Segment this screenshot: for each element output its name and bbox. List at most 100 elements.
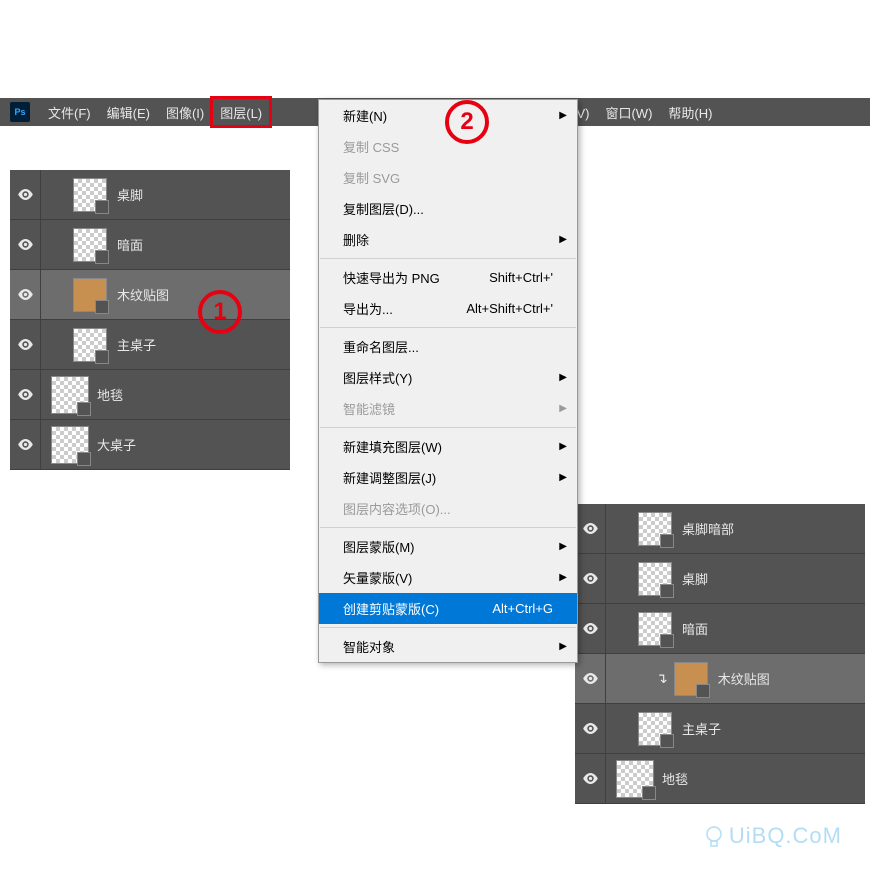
photoshop-icon: Ps bbox=[10, 102, 30, 122]
dropdown-item[interactable]: 快速导出为 PNGShift+Ctrl+' bbox=[319, 262, 577, 293]
dropdown-item[interactable]: 导出为... Alt+Shift+Ctrl+' bbox=[319, 293, 577, 324]
dropdown-item[interactable]: 新建调整图层(J) ▶ bbox=[319, 462, 577, 493]
submenu-arrow-icon: ▶ bbox=[559, 110, 567, 121]
visibility-icon[interactable] bbox=[575, 773, 605, 784]
layer-row[interactable]: 暗面 bbox=[575, 604, 865, 654]
dropdown-item[interactable]: 智能对象 ▶ bbox=[319, 631, 577, 662]
dropdown-label: 导出为... bbox=[343, 299, 393, 318]
dropdown-item: 复制 CSS bbox=[319, 131, 577, 162]
visibility-icon[interactable] bbox=[10, 189, 40, 200]
menu-layer[interactable]: 图层(L) bbox=[212, 98, 270, 126]
layer-name: 桌脚暗部 bbox=[682, 519, 734, 538]
visibility-icon[interactable] bbox=[575, 673, 605, 684]
dropdown-item[interactable]: 复制图层(D)... bbox=[319, 193, 577, 224]
layer-row[interactable]: 地毯 bbox=[575, 754, 865, 804]
watermark: UiBQ.CᴏM bbox=[703, 823, 842, 850]
dropdown-item[interactable]: 矢量蒙版(V)▶ bbox=[319, 562, 577, 593]
dropdown-label: 智能对象 bbox=[343, 637, 395, 656]
layer-thumbnail[interactable] bbox=[73, 228, 107, 262]
layer-row[interactable]: 主桌子 bbox=[10, 320, 290, 370]
dropdown-label: 删除 bbox=[343, 230, 369, 249]
visibility-icon[interactable] bbox=[10, 289, 40, 300]
dropdown-label: 图层样式(Y) bbox=[343, 368, 412, 387]
visibility-icon[interactable] bbox=[10, 439, 40, 450]
layer-thumbnail[interactable] bbox=[73, 278, 107, 312]
menu-help[interactable]: 帮助(H) bbox=[660, 98, 720, 126]
layer-name: 桌脚 bbox=[117, 185, 143, 204]
layer-thumbnail[interactable] bbox=[73, 178, 107, 212]
layer-name: 暗面 bbox=[117, 235, 143, 254]
shortcut: Alt+Ctrl+G bbox=[492, 601, 553, 616]
layer-thumbnail[interactable] bbox=[51, 426, 89, 464]
dropdown-label: 创建剪贴蒙版(C) bbox=[343, 599, 439, 618]
submenu-arrow-icon: ▶ bbox=[559, 472, 567, 483]
layer-thumbnail[interactable] bbox=[73, 328, 107, 362]
submenu-arrow-icon: ▶ bbox=[559, 572, 567, 583]
layer-name: 主桌子 bbox=[117, 335, 156, 354]
clip-arrow-icon: ↴ bbox=[656, 670, 668, 687]
submenu-arrow-icon: ▶ bbox=[559, 541, 567, 552]
layer-name: 地毯 bbox=[662, 769, 688, 788]
dropdown-item[interactable]: 重命名图层... bbox=[319, 331, 577, 362]
visibility-icon[interactable] bbox=[575, 573, 605, 584]
layer-thumbnail[interactable] bbox=[674, 662, 708, 696]
dropdown-item[interactable]: 图层蒙版(M) ▶ bbox=[319, 531, 577, 562]
layer-name: 地毯 bbox=[97, 385, 123, 404]
visibility-icon[interactable] bbox=[575, 723, 605, 734]
layer-thumbnail[interactable] bbox=[638, 512, 672, 546]
dropdown-label: 复制图层(D)... bbox=[343, 199, 424, 218]
menu-file[interactable]: 文件(F) bbox=[40, 98, 99, 126]
layer-row[interactable]: 木纹贴图 bbox=[10, 270, 290, 320]
dropdown-label: 图层内容选项(O)... bbox=[343, 499, 451, 518]
submenu-arrow-icon: ▶ bbox=[559, 441, 567, 452]
dropdown-item: 智能滤镜 ▶ bbox=[319, 393, 577, 424]
annotation-2: 2 bbox=[445, 100, 489, 144]
layer-row[interactable]: 桌脚 bbox=[575, 554, 865, 604]
menu-window[interactable]: 窗口(W) bbox=[597, 98, 660, 126]
layer-thumbnail[interactable] bbox=[638, 562, 672, 596]
layer-thumbnail[interactable] bbox=[616, 760, 654, 798]
visibility-icon[interactable] bbox=[10, 389, 40, 400]
dropdown-item[interactable]: 图层样式(Y) ▶ bbox=[319, 362, 577, 393]
layer-row[interactable]: 桌脚 bbox=[10, 170, 290, 220]
dropdown-label: 新建调整图层(J) bbox=[343, 468, 436, 487]
menu-image[interactable]: 图像(I) bbox=[158, 98, 212, 126]
layer-name: 木纹贴图 bbox=[117, 285, 169, 304]
visibility-icon[interactable] bbox=[575, 623, 605, 634]
layer-thumbnail[interactable] bbox=[638, 712, 672, 746]
submenu-arrow-icon: ▶ bbox=[559, 403, 567, 414]
dropdown-label: 智能滤镜 bbox=[343, 399, 395, 418]
dropdown-label: 图层蒙版(M) bbox=[343, 537, 415, 556]
annotation-1: 1 bbox=[198, 290, 242, 334]
menu-edit[interactable]: 编辑(E) bbox=[99, 98, 158, 126]
layer-row[interactable]: ↴木纹贴图 bbox=[575, 654, 865, 704]
layers-panel-left: 桌脚暗面木纹贴图主桌子地毯大桌子 bbox=[10, 170, 290, 470]
layer-name: 桌脚 bbox=[682, 569, 708, 588]
layer-name: 大桌子 bbox=[97, 435, 136, 454]
shortcut: Shift+Ctrl+' bbox=[489, 270, 553, 285]
dropdown-label: 新建(N) bbox=[343, 106, 387, 125]
visibility-icon[interactable] bbox=[575, 523, 605, 534]
dropdown-label: 新建填充图层(W) bbox=[343, 437, 442, 456]
shortcut: Alt+Shift+Ctrl+' bbox=[466, 301, 553, 316]
visibility-icon[interactable] bbox=[10, 339, 40, 350]
visibility-icon[interactable] bbox=[10, 239, 40, 250]
layer-dropdown: 新建(N)▶复制 CSS复制 SVG复制图层(D)...删除▶快速导出为 PNG… bbox=[318, 99, 578, 663]
submenu-arrow-icon: ▶ bbox=[559, 234, 567, 245]
layers-panel-right: 桌脚暗部桌脚暗面 ↴木纹贴图主桌子地毯 bbox=[575, 504, 865, 804]
layer-thumbnail[interactable] bbox=[51, 376, 89, 414]
dropdown-item[interactable]: 新建填充图层(W) ▶ bbox=[319, 431, 577, 462]
submenu-arrow-icon: ▶ bbox=[559, 641, 567, 652]
layer-row[interactable]: 大桌子 bbox=[10, 420, 290, 470]
layer-row[interactable]: 主桌子 bbox=[575, 704, 865, 754]
dropdown-item[interactable]: 创建剪贴蒙版(C) Alt+Ctrl+G bbox=[319, 593, 577, 624]
layer-row[interactable]: 桌脚暗部 bbox=[575, 504, 865, 554]
layer-name: 暗面 bbox=[682, 619, 708, 638]
layer-row[interactable]: 地毯 bbox=[10, 370, 290, 420]
dropdown-label: 重命名图层... bbox=[343, 337, 419, 356]
layer-thumbnail[interactable] bbox=[638, 612, 672, 646]
layer-row[interactable]: 暗面 bbox=[10, 220, 290, 270]
dropdown-item[interactable]: 删除 ▶ bbox=[319, 224, 577, 255]
submenu-arrow-icon: ▶ bbox=[559, 372, 567, 383]
dropdown-label: 复制 CSS bbox=[343, 137, 399, 156]
